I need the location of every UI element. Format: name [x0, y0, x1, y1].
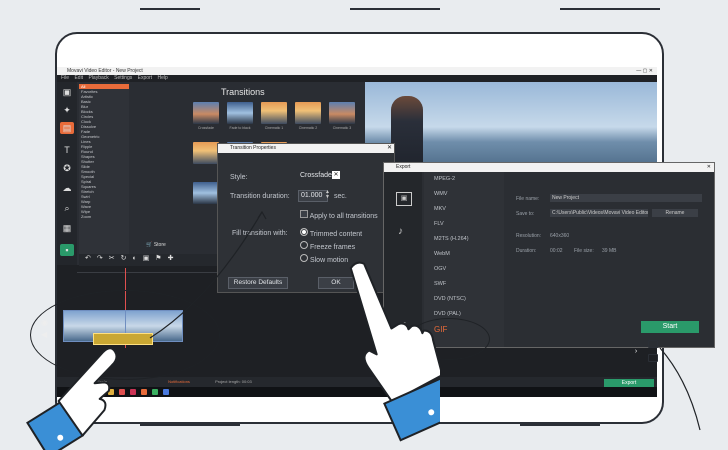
- annotation-arrows: [149, 210, 701, 431]
